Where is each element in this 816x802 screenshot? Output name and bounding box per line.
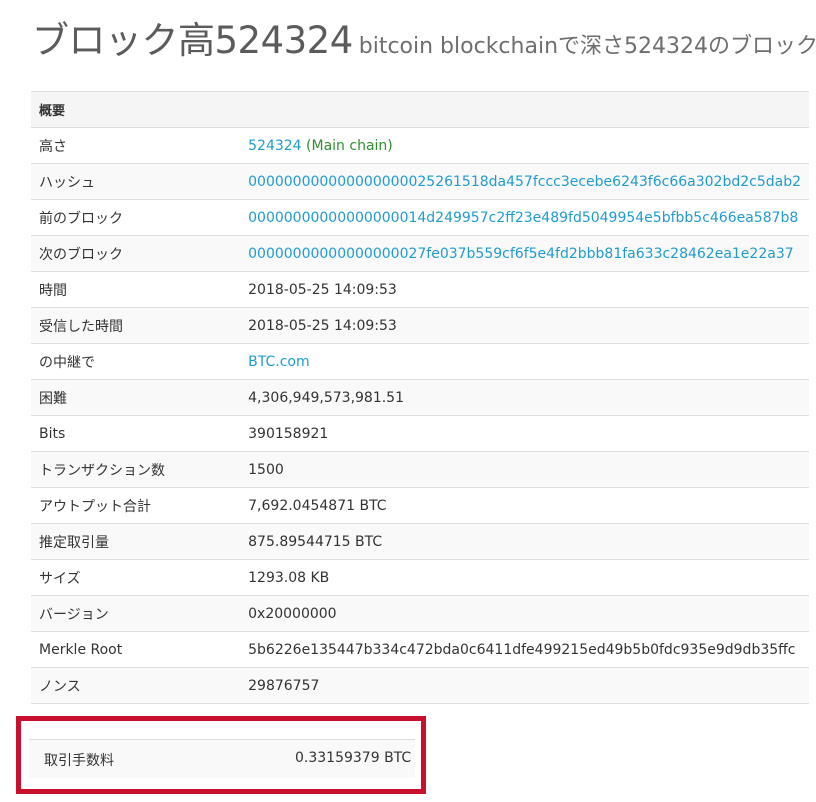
fee-highlight-box: 取引手数料 0.33159379 BTC: [16, 716, 426, 794]
hash-value: 000000000000000000025261518da457fccc3ece…: [240, 163, 809, 200]
time-label: 時間: [31, 271, 241, 308]
table-row: ハッシュ 000000000000000000025261518da457fcc…: [31, 163, 809, 200]
fee-row: 取引手数料 0.33159379 BTC: [29, 739, 415, 778]
table-row: 推定取引量 875.89544715 BTC: [31, 523, 809, 560]
table-row: の中継で BTC.com: [31, 343, 809, 380]
merkle-root-value: 5b6226e135447b334c472bda0c6411dfe499215e…: [240, 631, 809, 668]
height-value: 524324 (Main chain): [240, 127, 809, 164]
output-total-value: 7,692.0454871 BTC: [240, 487, 809, 524]
version-value: 0x20000000: [240, 595, 809, 632]
received-time-label: 受信した時間: [31, 307, 241, 344]
fee-label: 取引手数料: [44, 753, 114, 769]
prev-block-label: 前のブロック: [31, 199, 241, 236]
size-label: サイズ: [31, 559, 241, 596]
received-time-value: 2018-05-25 14:09:53: [240, 307, 809, 344]
height-label: 高さ: [31, 127, 241, 164]
nonce-value: 29876757: [240, 667, 809, 704]
table-row: サイズ 1293.08 KB: [31, 559, 809, 596]
difficulty-label: 困難: [31, 379, 241, 416]
table-row: ノンス 29876757: [31, 667, 809, 704]
table-row: 時間 2018-05-25 14:09:53: [31, 271, 809, 308]
bits-label: Bits: [31, 415, 241, 452]
merkle-root-label: Merkle Root: [31, 631, 241, 668]
table-row: 困難 4,306,949,573,981.51: [31, 379, 809, 416]
table-row: Bits 390158921: [31, 415, 809, 452]
next-block-link[interactable]: 00000000000000000027fe037b559cf6f5e4fd2b…: [248, 246, 794, 262]
output-total-label: アウトプット合計: [31, 487, 241, 524]
table-row: Merkle Root 5b6226e135447b334c472bda0c64…: [31, 631, 809, 668]
block-hash-link[interactable]: 000000000000000000025261518da457fccc3ece…: [248, 174, 801, 190]
next-block-label: 次のブロック: [31, 235, 241, 272]
summary-heading: 概要: [31, 91, 809, 128]
relayed-by-link[interactable]: BTC.com: [248, 354, 309, 370]
difficulty-value: 4,306,949,573,981.51: [240, 379, 809, 416]
page-title: ブロック高524324: [32, 19, 353, 62]
block-summary-table: 概要 高さ 524324 (Main chain) ハッシュ 000000000…: [31, 91, 809, 740]
table-header-row: 概要: [31, 91, 809, 128]
relayed-by-value: BTC.com: [240, 343, 809, 380]
estimated-volume-value: 875.89544715 BTC: [240, 523, 809, 560]
nonce-label: ノンス: [31, 667, 241, 704]
fee-value: 0.33159379 BTC: [295, 750, 412, 766]
table-row: 受信した時間 2018-05-25 14:09:53: [31, 307, 809, 344]
table-row: アウトプット合計 7,692.0454871 BTC: [31, 487, 809, 524]
block-height-link[interactable]: 524324: [248, 138, 301, 154]
table-row: トランザクション数 1500: [31, 451, 809, 488]
tx-count-value: 1500: [240, 451, 809, 488]
size-value: 1293.08 KB: [240, 559, 809, 596]
table-row: バージョン 0x20000000: [31, 595, 809, 632]
tx-count-label: トランザクション数: [31, 451, 241, 488]
version-label: バージョン: [31, 595, 241, 632]
bits-value: 390158921: [240, 415, 809, 452]
estimated-volume-label: 推定取引量: [31, 523, 241, 560]
time-value: 2018-05-25 14:09:53: [240, 271, 809, 308]
prev-block-link[interactable]: 00000000000000000014d249957c2ff23e489fd5…: [248, 210, 798, 226]
main-chain-status: (Main chain): [306, 137, 393, 154]
next-block-value: 00000000000000000027fe037b559cf6f5e4fd2b…: [240, 235, 809, 272]
prev-block-value: 00000000000000000014d249957c2ff23e489fd5…: [240, 199, 809, 236]
table-row: 前のブロック 00000000000000000014d249957c2ff23…: [31, 199, 809, 236]
table-row: 高さ 524324 (Main chain): [31, 127, 809, 164]
relayed-by-label: の中継で: [31, 343, 241, 380]
table-row: 次のブロック 00000000000000000027fe037b559cf6f…: [31, 235, 809, 272]
hash-label: ハッシュ: [31, 163, 241, 200]
page-subtitle: bitcoin blockchainで深さ524324のブロック: [358, 34, 816, 59]
page-header: ブロック高524324 bitcoin blockchainで深さ524324のブ…: [32, 10, 816, 64]
